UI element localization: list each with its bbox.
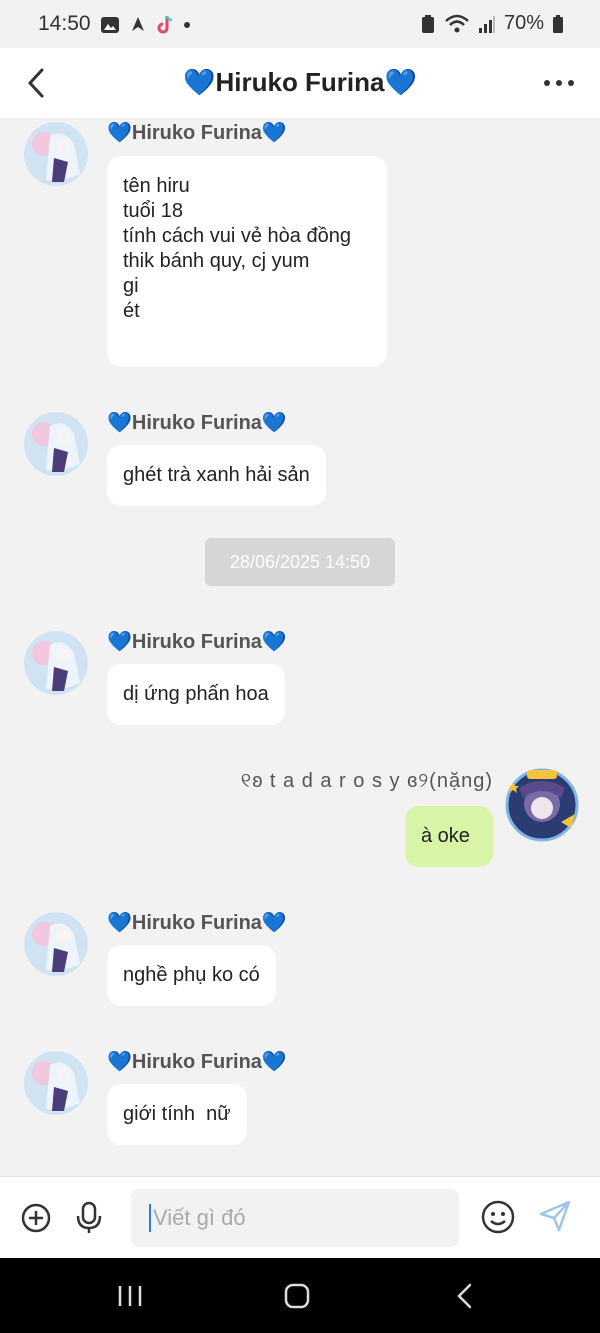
message-input-placeholder: Viết gì đó [153, 1205, 246, 1230]
chat-title[interactable]: 💙Hiruko Furina💙 [0, 67, 600, 98]
wifi-icon [445, 14, 469, 32]
status-right: 70% [420, 12, 564, 35]
avatar[interactable] [24, 912, 88, 976]
my-message-bubble[interactable]: à oke [405, 806, 493, 867]
battery-percentage: 70% [503, 12, 544, 34]
message-composer: Viết gì đó [0, 1176, 600, 1259]
avatar[interactable] [24, 631, 88, 695]
signal-icon [478, 15, 495, 33]
avatar[interactable] [24, 1051, 88, 1115]
message-bubble[interactable]: tên hiru tuổi 18 tính cách vui vẻ hòa đồ… [107, 156, 387, 367]
sender-name: 💙Hiruko Furina💙 [107, 912, 287, 934]
status-bar: 14:50 70% [0, 0, 600, 48]
chat-header: 💙Hiruko Furina💙 [0, 48, 600, 118]
sender-name: 💙Hiruko Furina💙 [107, 122, 287, 144]
message-bubble[interactable]: giới tính nữ [107, 1084, 247, 1145]
sender-name: 💙Hiruko Furina💙 [107, 631, 287, 653]
my-avatar[interactable] [505, 768, 579, 842]
battery-saver-icon [421, 14, 434, 33]
tiktok-icon [157, 15, 173, 34]
message-bubble[interactable]: dị ứng phấn hoa [107, 664, 285, 725]
home-icon[interactable] [284, 1283, 310, 1309]
more-notifications-dot [184, 22, 190, 28]
sender-name: ୧ʚ t a d a r o s y ɞ୨(nặng) [240, 770, 493, 792]
avatar[interactable] [24, 122, 88, 186]
sender-name: 💙Hiruko Furina💙 [107, 1051, 287, 1073]
text-caret [149, 1204, 151, 1232]
message-bubble[interactable]: ghét trà xanh hải sản [107, 445, 326, 506]
sender-name: 💙Hiruko Furina💙 [107, 412, 287, 434]
message-bubble[interactable]: nghề phụ ko có [107, 945, 276, 1006]
notification-icons [100, 14, 190, 36]
microphone-icon[interactable] [75, 1201, 103, 1235]
add-icon[interactable] [21, 1203, 51, 1233]
message-list[interactable]: 💙Hiruko Furina💙 tên hiru tuổi 18 tính cá… [0, 118, 600, 1176]
recent-apps-icon[interactable] [117, 1284, 143, 1308]
emoji-icon[interactable] [481, 1200, 515, 1234]
nav-back-icon[interactable] [455, 1282, 475, 1310]
system-navigation-bar [0, 1258, 600, 1333]
date-separator: 28/06/2025 14:50 [205, 538, 395, 586]
more-options-icon[interactable] [544, 80, 574, 86]
avatar[interactable] [24, 412, 88, 476]
send-icon[interactable] [538, 1199, 572, 1233]
battery-icon [553, 14, 563, 33]
app-notification-icon [132, 17, 144, 31]
status-time: 14:50 [38, 12, 91, 35]
message-input[interactable]: Viết gì đó [131, 1189, 459, 1247]
gallery-icon [101, 17, 119, 33]
